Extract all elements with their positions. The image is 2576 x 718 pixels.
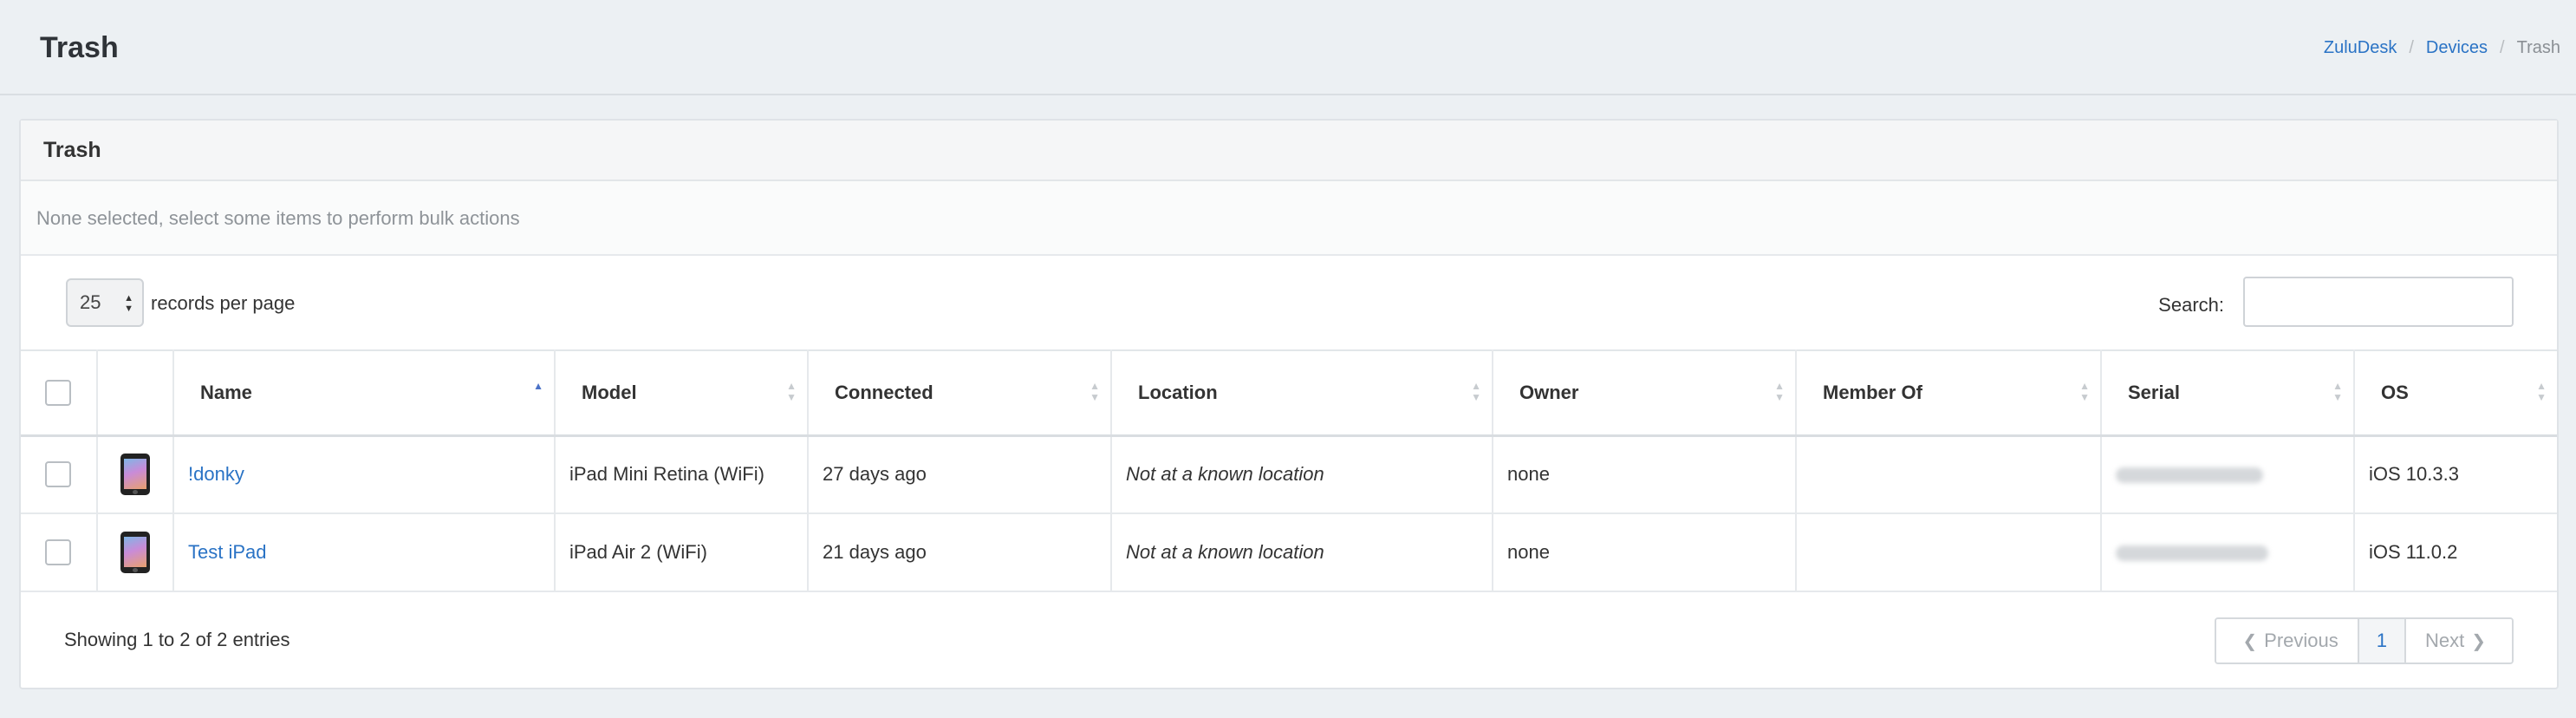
os-cell: iOS 10.3.3 [2369,463,2459,486]
row-select-cell [21,513,98,591]
sort-icon: ▲ ▼ [2536,380,2547,403]
next-label: Next [2424,630,2465,651]
select-all-cell [21,350,98,435]
column-header-label: Owner [1519,381,1579,403]
icon-column-header [97,350,174,435]
page-1-button[interactable]: 1 [2357,619,2404,663]
page-header: Trash ZuluDesk / Devices / Trash [0,0,2576,95]
next-button[interactable]: Next ❯ [2404,619,2512,663]
trash-panel: Trash None selected, select some items t… [19,119,2559,689]
member-of-cell [1796,435,2102,513]
chevron-left-icon: ❮ [2242,631,2258,651]
devices-table: Name ▲ Model ▲ ▼ Connected ▲ ▼ Location ▲ ▼… [21,349,2557,592]
page-length-label: records per page [151,292,296,314]
table-row: Test iPad iPad Air 2 (WiFi) 21 days ago … [21,513,2557,591]
column-header-owner[interactable]: Owner ▲ ▼ [1493,350,1797,435]
column-header-label: Member Of [1823,381,1922,403]
table-row: !donky iPad Mini Retina (WiFi) 27 days a… [21,435,2557,513]
breadcrumb-separator: / [2409,38,2414,57]
page-title: Trash [40,31,119,64]
device-icon-cell [97,435,174,513]
os-cell: iOS 11.0.2 [2369,541,2458,563]
column-header-label: Connected [835,381,933,403]
bulk-actions-text: None selected, select some items to perf… [36,207,520,229]
table-controls: 25 ▲ ▼ records per page Search: [21,256,2557,349]
previous-label: Previous [2264,630,2339,651]
member-of-cell [1796,513,2102,591]
owner-cell: none [1493,513,1797,591]
ipad-icon [120,532,150,573]
table-header-row: Name ▲ Model ▲ ▼ Connected ▲ ▼ Location ▲ ▼… [21,350,2557,435]
breadcrumb-current: Trash [2516,38,2560,57]
column-header-os[interactable]: OS ▲ ▼ [2354,350,2557,435]
breadcrumb-devices[interactable]: Devices [2426,38,2488,58]
connected-cell: 21 days ago [808,513,1112,591]
sort-icon: ▲ ▼ [1090,380,1100,403]
serial-redacted [2116,467,2263,484]
chevron-right-icon: ❯ [2471,631,2486,651]
column-header-name[interactable]: Name ▲ [173,350,556,435]
serial-cell [2101,513,2355,591]
sort-icon: ▲ ▼ [1774,380,1785,403]
sort-icon: ▲ ▼ [1471,380,1481,403]
sort-icon: ▲ ▼ [2079,380,2090,403]
row-checkbox[interactable] [45,539,71,565]
previous-button[interactable]: ❮ Previous [2216,619,2358,663]
column-header-serial[interactable]: Serial ▲ ▼ [2101,350,2355,435]
location-cell: Not at a known location [1111,513,1493,591]
row-checkbox[interactable] [45,461,71,488]
connected-cell: 27 days ago [808,435,1112,513]
select-arrows-icon: ▲ ▼ [124,293,133,314]
sort-icon: ▲ ▼ [786,380,797,403]
breadcrumb-separator: / [2500,38,2505,57]
search-label: Search: [2158,294,2224,316]
model-cell: iPad Air 2 (WiFi) [555,513,809,591]
row-select-cell [21,435,98,513]
column-header-member-of[interactable]: Member Of ▲ ▼ [1796,350,2102,435]
column-header-label: OS [2381,381,2409,403]
device-name-link[interactable]: Test iPad [188,541,267,563]
column-header-location[interactable]: Location ▲ ▼ [1111,350,1493,435]
column-header-label: Location [1138,381,1218,403]
table-info: Showing 1 to 2 of 2 entries [64,629,290,650]
breadcrumb: ZuluDesk / Devices / Trash [2324,38,2560,58]
serial-cell [2101,435,2355,513]
select-all-checkbox[interactable] [45,379,71,406]
breadcrumb-zuludesk[interactable]: ZuluDesk [2324,38,2397,58]
sort-icon: ▲ ▼ [2332,380,2343,403]
column-header-label: Model [582,381,637,403]
name-cell: Test iPad [173,513,556,591]
page-length-select[interactable]: 25 ▲ ▼ [66,278,144,327]
location-cell: Not at a known location [1111,435,1493,513]
pagination: ❮ Previous 1 Next ❯ [2215,617,2514,664]
name-cell: !donky [173,435,556,513]
device-name-link[interactable]: !donky [188,463,244,485]
panel-title: Trash [43,138,101,162]
page-length-value: 25 [80,291,101,313]
sort-asc-icon: ▲ [533,380,543,392]
search-input[interactable] [2243,277,2514,327]
device-icon-cell [97,513,174,591]
column-header-label: Name [200,381,252,403]
column-header-label: Serial [2128,381,2180,403]
model-cell: iPad Mini Retina (WiFi) [555,435,809,513]
ipad-icon [120,454,150,496]
owner-cell: none [1493,435,1797,513]
column-header-connected[interactable]: Connected ▲ ▼ [808,350,1112,435]
panel-heading: Trash [21,121,2557,181]
bulk-actions-bar: None selected, select some items to perf… [21,181,2557,256]
serial-redacted [2116,545,2268,562]
column-header-model[interactable]: Model ▲ ▼ [555,350,809,435]
